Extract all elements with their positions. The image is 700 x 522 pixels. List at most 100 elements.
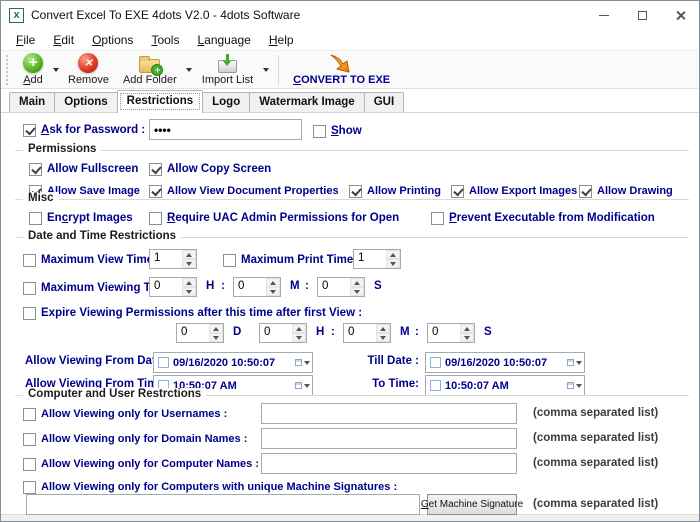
spin-down-icon[interactable] [266, 287, 280, 296]
to-time-picker[interactable]: 10:50:07 AM [425, 375, 585, 396]
checkbox-box[interactable] [23, 254, 36, 267]
time-dropdown-button[interactable] [564, 376, 584, 395]
max-view-times-spinner[interactable]: 1 [149, 249, 197, 269]
spinner-value[interactable]: 0 [344, 324, 376, 342]
computer-names-input[interactable] [261, 453, 517, 474]
spin-up-icon[interactable] [292, 324, 306, 333]
menu-help[interactable]: Help [260, 31, 303, 49]
usernames-input[interactable] [261, 403, 517, 424]
checkbox-box[interactable] [451, 185, 464, 198]
show-password-checkbox[interactable]: Show [313, 123, 362, 139]
expire-seconds-spinner[interactable]: 0 [427, 323, 475, 343]
expire-viewing-permissions-checkbox[interactable]: Expire Viewing Permissions after this ti… [23, 305, 362, 321]
spin-up-icon[interactable] [350, 278, 364, 287]
spin-up-icon[interactable] [182, 278, 196, 287]
checkbox-box[interactable] [149, 163, 162, 176]
spin-down-icon[interactable] [376, 333, 390, 342]
spin-up-icon[interactable] [182, 250, 196, 259]
maximum-print-times-checkbox[interactable]: Maximum Print Times : [223, 252, 367, 268]
tab-restrictions[interactable]: Restrictions [117, 90, 203, 113]
checkbox-box[interactable] [149, 212, 162, 225]
close-button[interactable] [661, 1, 699, 29]
checkbox-box[interactable] [23, 481, 36, 494]
checkbox-box[interactable] [23, 433, 36, 446]
menu-language[interactable]: Language [188, 31, 259, 49]
password-input[interactable] [149, 119, 302, 140]
maximum-view-times-checkbox[interactable]: Maximum View Times : [23, 252, 166, 268]
checkbox-box[interactable] [29, 163, 42, 176]
tab-logo[interactable]: Logo [202, 92, 250, 112]
allow-view-document-properties-checkbox[interactable]: Allow View Document Properties [149, 183, 339, 199]
allow-computer-names-checkbox[interactable]: Allow Viewing only for Computer Names : [23, 456, 259, 472]
allow-domain-names-checkbox[interactable]: Allow Viewing only for Domain Names : [23, 431, 247, 447]
date-enable-checkbox[interactable] [158, 357, 169, 368]
checkbox-box[interactable] [23, 124, 36, 137]
expire-minutes-spinner[interactable]: 0 [343, 323, 391, 343]
import-list-button[interactable]: Import List [195, 51, 260, 88]
allow-drawing-checkbox[interactable]: Allow Drawing [579, 183, 673, 199]
allow-export-images-checkbox[interactable]: Allow Export Images [451, 183, 577, 199]
prevent-executable-modification-checkbox[interactable]: Prevent Executable from Modification [431, 210, 655, 226]
spinner-value[interactable]: 0 [260, 324, 292, 342]
add-folder-dropdown-button[interactable] [184, 55, 195, 85]
allow-fullscreen-checkbox[interactable]: Allow Fullscreen [29, 161, 138, 177]
menu-tools[interactable]: Tools [142, 31, 188, 49]
expire-days-spinner[interactable]: 0 [176, 323, 224, 343]
checkbox-box[interactable] [23, 307, 36, 320]
convert-to-exe-button[interactable]: CONVERT TO EXE [286, 51, 397, 88]
maximize-button[interactable] [623, 1, 661, 29]
machine-signatures-input[interactable] [26, 494, 420, 515]
spin-down-icon[interactable] [350, 287, 364, 296]
spin-up-icon[interactable] [386, 250, 400, 259]
remove-button[interactable]: Remove [61, 51, 116, 88]
spin-down-icon[interactable] [386, 259, 400, 268]
viewing-time-minutes-spinner[interactable]: 0 [233, 277, 281, 297]
checkbox-box[interactable] [29, 212, 42, 225]
spinner-value[interactable]: 0 [428, 324, 460, 342]
spin-down-icon[interactable] [292, 333, 306, 342]
checkbox-box[interactable] [579, 185, 592, 198]
menu-options[interactable]: Options [83, 31, 142, 49]
spinner-value[interactable]: 1 [354, 250, 386, 268]
calendar-dropdown-button[interactable] [292, 353, 312, 372]
menu-file[interactable]: File [7, 31, 44, 49]
allow-machine-signatures-checkbox[interactable]: Allow Viewing only for Computers with un… [23, 479, 397, 495]
date-enable-checkbox[interactable] [430, 357, 441, 368]
allow-printing-checkbox[interactable]: Allow Printing [349, 183, 441, 199]
checkbox-box[interactable] [313, 125, 326, 138]
viewing-time-seconds-spinner[interactable]: 0 [317, 277, 365, 297]
spinner-value[interactable]: 1 [150, 250, 182, 268]
max-print-times-spinner[interactable]: 1 [353, 249, 401, 269]
time-dropdown-button[interactable] [292, 376, 312, 395]
import-list-dropdown-button[interactable] [260, 55, 271, 85]
checkbox-box[interactable] [431, 212, 444, 225]
spin-up-icon[interactable] [460, 324, 474, 333]
tab-gui[interactable]: GUI [364, 92, 404, 112]
tab-main[interactable]: Main [9, 92, 55, 112]
checkbox-box[interactable] [23, 458, 36, 471]
checkbox-box[interactable] [23, 408, 36, 421]
checkbox-box[interactable] [23, 282, 36, 295]
checkbox-box[interactable] [149, 185, 162, 198]
tab-watermark-image[interactable]: Watermark Image [249, 92, 364, 112]
spin-down-icon[interactable] [209, 333, 223, 342]
checkbox-box[interactable] [223, 254, 236, 267]
spinner-value[interactable]: 0 [150, 278, 182, 296]
require-uac-admin-checkbox[interactable]: Require UAC Admin Permissions for Open [149, 210, 399, 226]
spin-down-icon[interactable] [460, 333, 474, 342]
allow-copy-screen-checkbox[interactable]: Allow Copy Screen [149, 161, 271, 177]
calendar-dropdown-button[interactable] [564, 353, 584, 372]
add-folder-button[interactable]: Add Folder [116, 51, 184, 88]
add-button[interactable]: Add [16, 51, 50, 88]
menu-edit[interactable]: Edit [44, 31, 83, 49]
allow-usernames-checkbox[interactable]: Allow Viewing only for Usernames : [23, 406, 227, 422]
spin-down-icon[interactable] [182, 259, 196, 268]
get-machine-signature-button[interactable]: Get Machine Signature [427, 494, 517, 515]
encrypt-images-checkbox[interactable]: Encrypt Images [29, 210, 133, 226]
spinner-value[interactable]: 0 [318, 278, 350, 296]
spin-up-icon[interactable] [376, 324, 390, 333]
spin-up-icon[interactable] [209, 324, 223, 333]
till-date-picker[interactable]: 09/16/2020 10:50:07 [425, 352, 585, 373]
from-date-picker[interactable]: 09/16/2020 10:50:07 [153, 352, 313, 373]
spinner-value[interactable]: 0 [177, 324, 209, 342]
